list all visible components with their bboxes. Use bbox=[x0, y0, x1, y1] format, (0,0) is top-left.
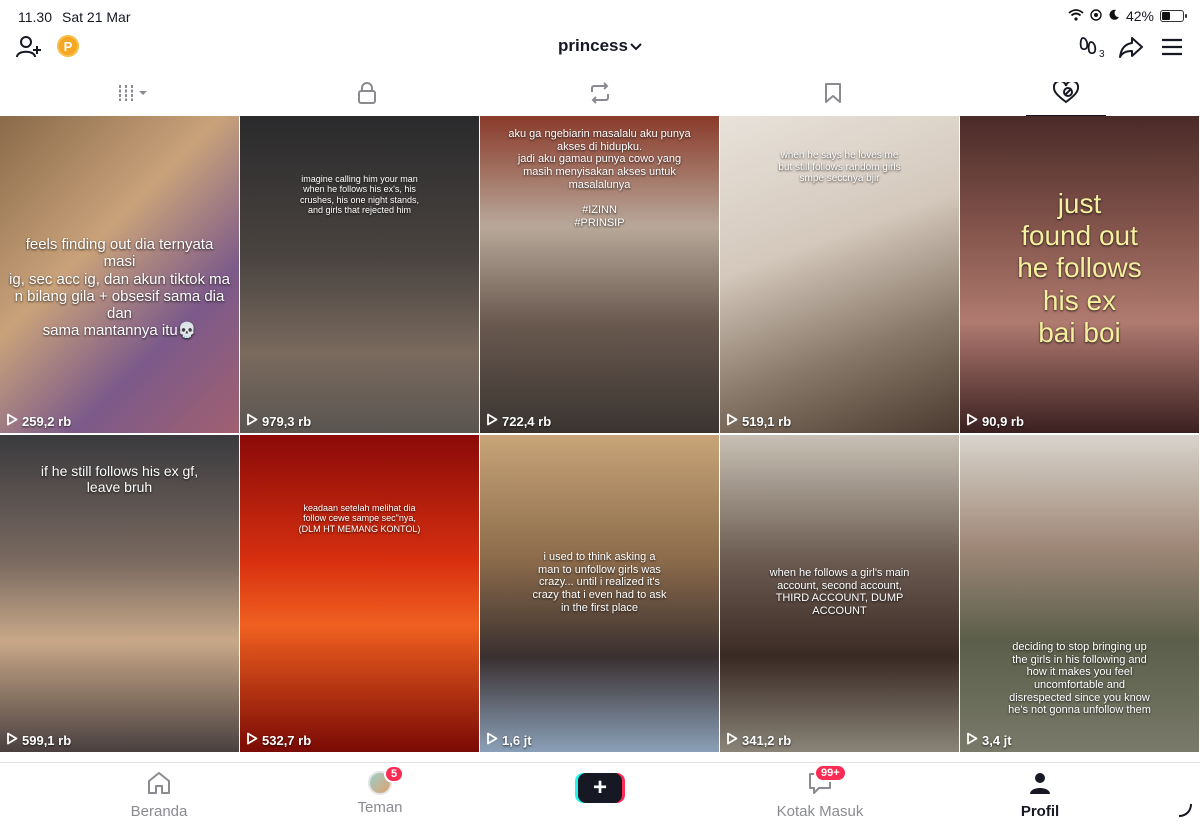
play-icon bbox=[486, 732, 498, 748]
view-count: 341,2 rb bbox=[726, 732, 791, 748]
play-icon bbox=[726, 732, 738, 748]
inbox-badge: 99+ bbox=[814, 764, 847, 782]
view-count: 519,1 rb bbox=[726, 413, 791, 429]
footprints-icon[interactable]: 3 bbox=[1078, 34, 1108, 60]
battery-icon bbox=[1160, 10, 1187, 22]
view-count-label: 722,4 rb bbox=[502, 413, 552, 429]
video-caption: if he still follows his ex gf, leave bru… bbox=[40, 463, 199, 496]
play-icon bbox=[246, 732, 258, 748]
status-indicators: 42% bbox=[1068, 8, 1187, 24]
create-plus-icon: + bbox=[578, 773, 622, 803]
view-count: 259,2 rb bbox=[6, 413, 71, 429]
view-count-label: 341,2 rb bbox=[742, 732, 792, 748]
home-icon bbox=[146, 771, 172, 799]
play-icon bbox=[726, 413, 738, 429]
view-count: 599,1 rb bbox=[6, 732, 71, 748]
view-count-label: 532,7 rb bbox=[262, 732, 312, 748]
status-date: Sat 21 Mar bbox=[62, 9, 131, 25]
video-thumbnail[interactable]: feels finding out dia ternyata masi ig, … bbox=[0, 116, 239, 433]
view-count: 3,4 jt bbox=[966, 732, 1012, 748]
status-bar: 11.30 Sat 21 Mar 42% bbox=[0, 0, 1200, 32]
video-thumbnail[interactable]: deciding to stop bringing up the girls i… bbox=[960, 435, 1199, 752]
nav-inbox-label: Kotak Masuk bbox=[776, 803, 864, 820]
tab-favorites[interactable] bbox=[713, 74, 953, 116]
view-count-label: 519,1 rb bbox=[742, 413, 792, 429]
battery-percent: 42% bbox=[1125, 8, 1154, 24]
nav-friends-label: Teman bbox=[357, 799, 403, 816]
tab-liked[interactable] bbox=[946, 74, 1186, 117]
tab-videos[interactable] bbox=[14, 74, 254, 116]
location-lock-icon bbox=[1090, 8, 1102, 24]
video-caption: imagine calling him your man when he fol… bbox=[299, 174, 420, 216]
play-icon bbox=[966, 413, 978, 429]
status-time: 11.30 bbox=[18, 9, 52, 25]
nav-profile[interactable]: Profil bbox=[930, 763, 1150, 823]
profile-tabs bbox=[0, 74, 1200, 117]
battery-fill bbox=[1162, 12, 1170, 20]
play-icon bbox=[486, 413, 498, 429]
play-icon bbox=[966, 732, 978, 748]
grid-icon bbox=[117, 83, 151, 108]
video-thumbnail[interactable]: keadaan setelah melihat dia follow cewe … bbox=[240, 435, 479, 752]
play-icon bbox=[246, 413, 258, 429]
video-thumbnail[interactable]: aku ga ngebiarin masalalu aku punya akse… bbox=[480, 116, 719, 433]
profile-icon bbox=[1028, 771, 1052, 799]
view-count-label: 90,9 rb bbox=[982, 413, 1024, 429]
video-caption: when he says he loves me but still follo… bbox=[778, 150, 901, 184]
tab-reposts[interactable] bbox=[480, 74, 720, 116]
menu-icon[interactable] bbox=[1158, 34, 1186, 60]
share-icon[interactable] bbox=[1117, 34, 1145, 60]
nav-create[interactable]: + bbox=[490, 763, 710, 823]
video-caption: deciding to stop bringing up the girls i… bbox=[1008, 641, 1151, 717]
lock-icon bbox=[357, 81, 377, 109]
nav-home-label: Beranda bbox=[130, 803, 188, 820]
username-label: princess bbox=[558, 36, 628, 55]
nav-inbox[interactable]: 99+ Kotak Masuk bbox=[710, 763, 930, 823]
video-caption: keadaan setelah melihat dia follow cewe … bbox=[298, 503, 421, 534]
view-count: 532,7 rb bbox=[246, 732, 311, 748]
nav-friends[interactable]: 5 Teman bbox=[270, 763, 490, 823]
repost-icon bbox=[588, 81, 612, 109]
video-grid: feels finding out dia ternyata masi ig, … bbox=[0, 116, 1200, 762]
video-caption: feels finding out dia ternyata masi ig, … bbox=[9, 236, 230, 340]
view-count-label: 1,6 jt bbox=[502, 732, 532, 748]
svg-text:3: 3 bbox=[1099, 49, 1105, 59]
friends-badge: 5 bbox=[384, 765, 405, 783]
view-count: 979,3 rb bbox=[246, 413, 311, 429]
bookmark-icon bbox=[824, 82, 842, 109]
video-thumbnail[interactable]: if he still follows his ex gf, leave bru… bbox=[0, 435, 239, 752]
moon-icon bbox=[1108, 8, 1120, 24]
view-count-label: 979,3 rb bbox=[262, 413, 312, 429]
view-count-label: 599,1 rb bbox=[22, 732, 72, 748]
tab-private[interactable] bbox=[247, 74, 487, 116]
video-caption: when he follows a girl's main account, s… bbox=[769, 567, 910, 617]
view-count-label: 3,4 jt bbox=[982, 732, 1012, 748]
chevron-down-icon bbox=[630, 40, 642, 54]
resize-handle-icon bbox=[1178, 803, 1192, 822]
play-icon bbox=[6, 413, 18, 429]
profile-header: P princess 3 bbox=[0, 32, 1200, 62]
video-caption: aku ga ngebiarin masalalu aku punya akse… bbox=[508, 128, 691, 229]
wifi-icon bbox=[1068, 8, 1084, 24]
liked-heart-icon bbox=[1052, 79, 1080, 109]
video-thumbnail[interactable]: when he says he loves me but still follo… bbox=[720, 116, 959, 433]
bottom-nav: Beranda 5 Teman + 99+ Kotak Masuk Profil bbox=[0, 762, 1200, 834]
video-thumbnail[interactable]: imagine calling him your man when he fol… bbox=[240, 116, 479, 433]
view-count: 722,4 rb bbox=[486, 413, 551, 429]
video-thumbnail[interactable]: when he follows a girl's main account, s… bbox=[720, 435, 959, 752]
username-switcher[interactable]: princess bbox=[0, 36, 1200, 56]
play-icon bbox=[6, 732, 18, 748]
video-thumbnail[interactable]: i used to think asking a man to unfollow… bbox=[480, 435, 719, 752]
video-thumbnail[interactable]: just found out he follows his ex bai boi… bbox=[960, 116, 1199, 433]
nav-home[interactable]: Beranda bbox=[49, 763, 269, 823]
video-caption: i used to think asking a man to unfollow… bbox=[532, 551, 667, 614]
view-count: 1,6 jt bbox=[486, 732, 532, 748]
video-caption: just found out he follows his ex bai boi bbox=[1017, 188, 1142, 348]
nav-profile-label: Profil bbox=[1020, 803, 1060, 820]
view-count-label: 259,2 rb bbox=[22, 413, 72, 429]
view-count: 90,9 rb bbox=[966, 413, 1024, 429]
